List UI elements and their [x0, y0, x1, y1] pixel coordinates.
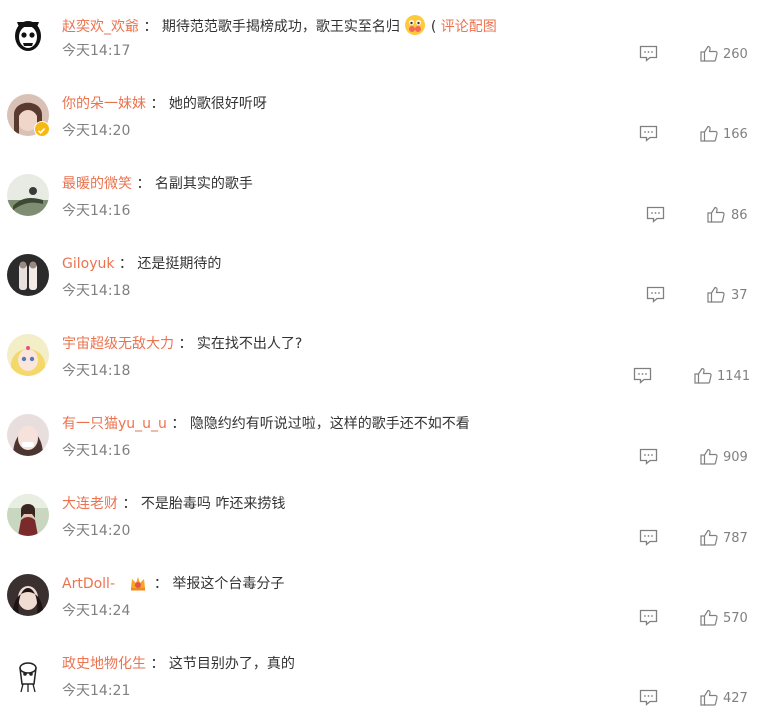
separator: ：	[118, 256, 133, 272]
comment-item: 你的朵一妹妹 ： 她的歌很好听呀 今天14:20 166	[0, 80, 759, 160]
comment-line: 赵奕欢_欢爺 ： 期待范范歌手揭榜成功，歌王实至名归 ( 评论配图	[62, 14, 497, 37]
username-link[interactable]: 政史地物化生	[62, 656, 146, 672]
like-icon[interactable]	[707, 206, 725, 223]
comment-time: 今天14:16	[62, 443, 131, 459]
like-icon[interactable]	[700, 529, 718, 546]
open-paren: (	[430, 19, 437, 35]
separator: ：	[150, 96, 165, 112]
reply-icon[interactable]	[646, 206, 665, 223]
comment-text: 还是挺期待的	[137, 256, 222, 272]
avatar[interactable]	[7, 14, 49, 56]
like-count: 260	[723, 47, 748, 62]
username-link[interactable]: 最暖的微笑	[62, 176, 132, 192]
username-link[interactable]: 宇宙超级无敌大力	[62, 336, 174, 352]
like-icon[interactable]	[700, 448, 718, 465]
like-icon[interactable]	[700, 689, 718, 706]
avatar[interactable]	[7, 254, 49, 296]
avatar[interactable]	[7, 334, 49, 376]
comment-time: 今天14:18	[62, 283, 131, 299]
avatar[interactable]	[7, 654, 49, 696]
like-count: 86	[731, 208, 748, 223]
comment-item: 最暖的微笑 ： 名副其实的歌手 今天14:16 86	[0, 160, 759, 240]
comment-line: 宇宙超级无敌大力 ： 实在找不出人了?	[62, 334, 302, 354]
like-count: 787	[723, 531, 748, 546]
username-link[interactable]: ArtDoll-	[62, 576, 115, 592]
comment-item: 赵奕欢_欢爺 ： 期待范范歌手揭榜成功，歌王实至名归 ( 评论配图 今天14:1…	[0, 0, 759, 80]
comment-item: 大连老财 ： 不是胎毒吗 咋还来捞钱 今天14:20 787	[0, 480, 759, 560]
username-link[interactable]: 大连老财	[62, 496, 118, 512]
comment-time: 今天14:24	[62, 603, 131, 619]
like-count: 166	[723, 127, 748, 142]
separator: ：	[122, 496, 137, 512]
comment-line: 大连老财 ： 不是胎毒吗 咋还来捞钱	[62, 494, 285, 514]
like-icon[interactable]	[694, 367, 712, 384]
reply-icon[interactable]	[639, 125, 658, 142]
like-icon[interactable]	[707, 286, 725, 303]
comment-text: 实在找不出人了?	[196, 336, 303, 352]
comment-text: 这节目别办了，真的	[168, 656, 295, 672]
comment-time: 今天14:20	[62, 523, 131, 539]
reply-icon[interactable]	[639, 45, 658, 62]
username-link[interactable]: Giloyuk	[62, 256, 114, 272]
separator: ：	[178, 336, 193, 352]
separator: ：	[153, 576, 168, 592]
comment-time: 今天14:21	[62, 683, 131, 699]
comment-line: 最暖的微笑 ： 名副其实的歌手	[62, 174, 253, 194]
separator: ：	[143, 19, 158, 35]
like-icon[interactable]	[700, 125, 718, 142]
comment-line: ArtDoll- ： 举报这个台毒分子	[62, 574, 284, 594]
comment-text: 举报这个台毒分子	[172, 576, 285, 592]
username-link[interactable]: 赵奕欢_欢爺	[62, 19, 139, 35]
like-icon[interactable]	[700, 45, 718, 62]
comment-item: 政史地物化生 ： 这节目别办了，真的 今天14:21 427	[0, 640, 759, 720]
separator: ：	[150, 656, 165, 672]
verified-badge-icon	[34, 121, 50, 137]
reply-icon[interactable]	[639, 609, 658, 626]
avatar[interactable]	[7, 574, 49, 616]
username-link[interactable]: 有一只猫yu_u_u	[62, 416, 167, 432]
avatar[interactable]	[7, 494, 49, 536]
comment-time: 今天14:18	[62, 363, 131, 379]
reply-icon[interactable]	[639, 448, 658, 465]
like-icon[interactable]	[700, 609, 718, 626]
comment-item: 有一只猫yu_u_u ： 隐隐约约有听说过啦，这样的歌手还不如不看 今天14:1…	[0, 400, 759, 480]
reply-icon[interactable]	[639, 689, 658, 706]
comment-line: 你的朵一妹妹 ： 她的歌很好听呀	[62, 94, 267, 114]
avatar[interactable]	[7, 414, 49, 456]
comment-time: 今天14:17	[62, 43, 131, 59]
smile-emoji-icon	[404, 14, 426, 36]
reply-icon[interactable]	[633, 367, 652, 384]
avatar[interactable]	[7, 174, 49, 216]
comment-image-link[interactable]: 评论配图	[441, 19, 497, 35]
comment-text: 名副其实的歌手	[154, 176, 253, 192]
comment-line: 政史地物化生 ： 这节目别办了，真的	[62, 654, 295, 674]
like-count: 427	[723, 691, 748, 706]
comment-text: 不是胎毒吗 咋还来捞钱	[140, 496, 286, 512]
crown-badge-icon	[129, 574, 147, 592]
like-count: 909	[723, 450, 748, 465]
comment-line: Giloyuk ： 还是挺期待的	[62, 254, 221, 274]
reply-icon[interactable]	[646, 286, 665, 303]
separator: ：	[136, 176, 151, 192]
comment-line: 有一只猫yu_u_u ： 隐隐约约有听说过啦，这样的歌手还不如不看	[62, 414, 470, 434]
like-count: 570	[723, 611, 748, 626]
separator: ：	[171, 416, 186, 432]
comment-time: 今天14:20	[62, 123, 131, 139]
comment-item: ArtDoll- ： 举报这个台毒分子 今天14:24 570	[0, 560, 759, 640]
username-link[interactable]: 你的朵一妹妹	[62, 96, 146, 112]
comment-item: Giloyuk ： 还是挺期待的 今天14:18 37	[0, 240, 759, 320]
comment-item: 宇宙超级无敌大力 ： 实在找不出人了? 今天14:18 1141	[0, 320, 759, 400]
reply-icon[interactable]	[639, 529, 658, 546]
like-count: 37	[731, 288, 748, 303]
comment-time: 今天14:16	[62, 203, 131, 219]
comment-text: 期待范范歌手揭榜成功，歌王实至名归	[161, 19, 400, 35]
like-count: 1141	[717, 369, 751, 384]
comment-text: 隐隐约约有听说过啦，这样的歌手还不如不看	[189, 416, 470, 432]
comment-text: 她的歌很好听呀	[168, 96, 267, 112]
